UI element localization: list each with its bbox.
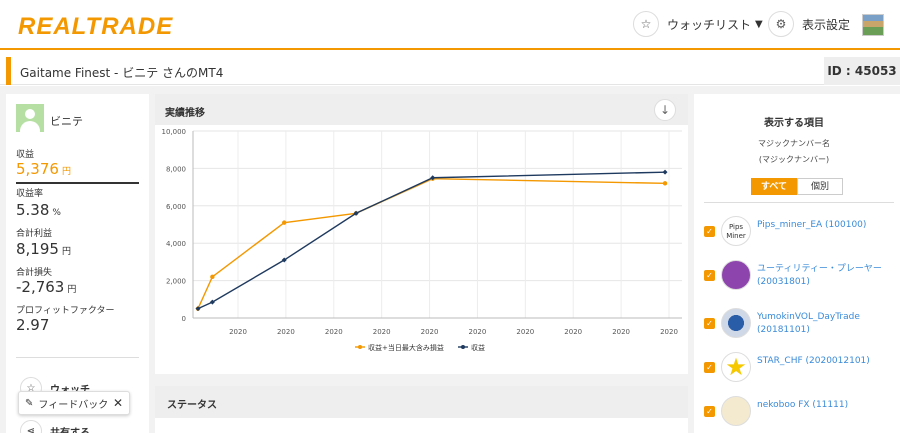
- x-tick-label: 2020: [564, 328, 582, 336]
- divider: [16, 357, 139, 358]
- data-point: [195, 306, 201, 312]
- stat-value-profit: 5,376 円: [16, 160, 71, 178]
- display-settings-label: 表示設定: [802, 17, 851, 32]
- star-icon: ☆: [633, 11, 659, 37]
- user-name: ビニテ: [50, 115, 83, 128]
- stat-value-profit-factor: 2.97: [16, 316, 50, 334]
- performance-panel: 実績推移 ↓ 0 2,000 4,000 6,000 8,000 10,000 2020 20…: [155, 94, 688, 374]
- ea-item[interactable]: ✓ ★ STAR_CHF (2020012101): [704, 350, 894, 386]
- utility-player-icon: [721, 260, 751, 290]
- ea-item[interactable]: ✓ nekoboo FX (11111): [704, 394, 894, 430]
- y-tick-label: 0: [182, 315, 186, 323]
- status-panel: ステータス: [155, 386, 688, 433]
- share-icon: ⋖: [20, 420, 42, 433]
- checkbox-checked[interactable]: ✓: [704, 226, 715, 237]
- stat-label-total-profit: 合計利益: [16, 229, 53, 239]
- display-settings-button[interactable]: ⚙ 表示設定: [768, 11, 850, 37]
- ea-name[interactable]: YumokinVOL_DayTrade (20181101): [757, 311, 897, 337]
- feedback-button[interactable]: ✎ フィードバック ✕: [18, 391, 130, 415]
- data-point: [662, 169, 668, 175]
- y-tick-label: 2,000: [166, 278, 186, 286]
- x-tick-label: 2020: [469, 328, 487, 336]
- pips-miner-icon: Pips Miner: [721, 216, 751, 246]
- edit-icon: ✎: [25, 397, 34, 409]
- checkbox-checked[interactable]: ✓: [704, 362, 715, 373]
- account-title-bar: Gaitame Finest - ビニテ さんのMT4 ID : 45053: [0, 57, 900, 85]
- legend-label: 収益: [471, 343, 485, 352]
- account-id: ID : 45053: [824, 57, 900, 85]
- user-summary-panel: ビニテ 収益 5,376 円 収益率 5.38% 合計利益 8,195 円 合計損失…: [6, 94, 149, 433]
- toggle-all[interactable]: すべて: [751, 178, 797, 195]
- ea-name[interactable]: STAR_CHF (2020012101): [757, 355, 897, 368]
- ea-item[interactable]: ✓ ユーティリティー・プレーヤー (20031801): [704, 258, 894, 294]
- x-tick-label: 2020: [516, 328, 534, 336]
- title-accent: [6, 57, 11, 85]
- magic-number-name-label: マジックナンバー名: [758, 139, 830, 148]
- ea-item[interactable]: ✓ YumokinVOL_DayTrade (20181101): [704, 306, 894, 342]
- stat-value-total-loss: -2,763 円: [16, 278, 77, 296]
- series-line: [197, 171, 666, 310]
- display-items-panel: 表示する項目 マジックナンバー名 (マジックナンバー) すべて 個別 ✓ Pip…: [694, 94, 900, 433]
- y-tick-label: 6,000: [166, 203, 186, 211]
- legend-label: 収益+当日最大含み損益: [368, 343, 444, 352]
- ea-name[interactable]: nekoboo FX (11111): [757, 399, 897, 412]
- ea-item[interactable]: ✓ Pips Miner Pips_miner_EA (100100): [704, 214, 894, 250]
- stat-value-return-rate: 5.38%: [16, 201, 61, 219]
- watchlist-button[interactable]: ☆ ウォッチリスト ▼: [633, 11, 763, 37]
- star-chf-icon: ★: [721, 352, 751, 382]
- share-button[interactable]: ⋖ 共有する: [20, 420, 90, 433]
- stat-label-return-rate: 収益率: [16, 189, 44, 199]
- feedback-label: フィードバック: [38, 399, 109, 411]
- stat-value-total-profit: 8,195 円: [16, 240, 71, 258]
- legend-marker: [358, 345, 362, 349]
- data-point: [210, 274, 215, 280]
- view-toggle: すべて 個別: [751, 178, 843, 195]
- data-point: [662, 181, 668, 186]
- gear-icon: ⚙: [768, 11, 794, 37]
- magic-number-label: (マジックナンバー): [758, 155, 830, 164]
- close-icon[interactable]: ✕: [113, 396, 123, 410]
- x-tick-label: 2020: [373, 328, 391, 336]
- divider: [704, 202, 894, 203]
- stat-label-total-loss: 合計損失: [16, 268, 53, 278]
- status-title: ステータス: [155, 386, 688, 418]
- account-title: Gaitame Finest - ビニテ さんのMT4: [20, 66, 224, 80]
- ea-name[interactable]: ユーティリティー・プレーヤー (20031801): [757, 263, 897, 289]
- x-tick-label: 2020: [229, 328, 247, 336]
- ea-name[interactable]: Pips_miner_EA (100100): [757, 219, 897, 232]
- checkbox-checked[interactable]: ✓: [704, 406, 715, 417]
- share-label: 共有する: [50, 427, 90, 433]
- y-tick-label: 8,000: [166, 165, 186, 173]
- x-tick-label: 2020: [325, 328, 343, 336]
- nekoboo-icon: [721, 396, 751, 426]
- legend-marker: [461, 345, 465, 349]
- performance-chart: 0 2,000 4,000 6,000 8,000 10,000 2020 2020 2020 2…: [162, 128, 682, 352]
- download-icon[interactable]: ↓: [654, 99, 676, 121]
- profit-underline: [16, 182, 139, 184]
- data-point: [282, 220, 287, 225]
- y-tick-label: 4,000: [166, 240, 186, 248]
- caret-down-icon: ▼: [755, 18, 763, 30]
- y-tick-label: 10,000: [162, 128, 187, 136]
- app-header: REALTRADE ☆ ウォッチリスト ▼ ⚙ 表示設定: [0, 0, 900, 50]
- realtrade-logo[interactable]: REALTRADE: [18, 13, 173, 41]
- x-tick-label: 2020: [612, 328, 630, 336]
- stat-label-profit-factor: プロフィットファクター: [16, 306, 115, 316]
- x-tick-label: 2020: [660, 328, 678, 336]
- checkbox-checked[interactable]: ✓: [704, 318, 715, 329]
- avatar: [16, 104, 44, 132]
- stat-label-profit: 収益: [16, 150, 35, 160]
- x-tick-label: 2020: [421, 328, 439, 336]
- user-thumbnail[interactable]: [862, 14, 884, 36]
- x-tick-label: 2020: [277, 328, 295, 336]
- watchlist-label: ウォッチリスト: [667, 17, 752, 32]
- performance-title: 実績推移: [155, 94, 688, 125]
- checkbox-checked[interactable]: ✓: [704, 270, 715, 281]
- display-items-title: 表示する項目: [764, 118, 824, 129]
- toggle-individual[interactable]: 個別: [797, 178, 843, 195]
- yumokin-icon: [721, 308, 751, 338]
